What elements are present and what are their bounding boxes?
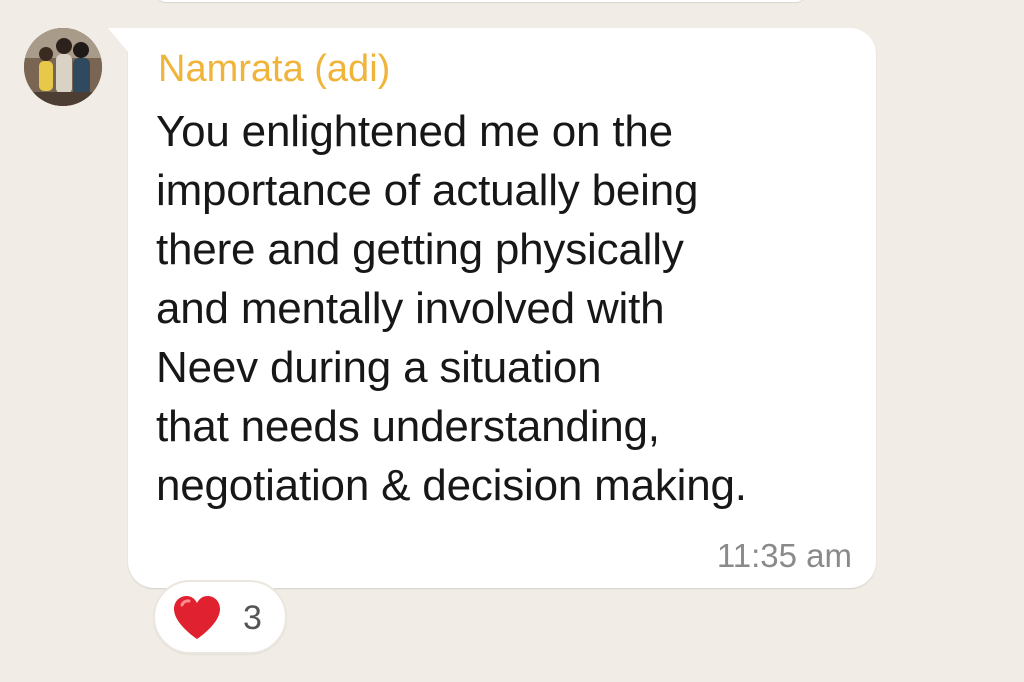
heart-icon	[174, 596, 220, 639]
bubble-tail	[108, 28, 128, 52]
message-line: Neev during a situation	[156, 343, 602, 392]
message-line: and mentally involved with	[156, 284, 665, 333]
message-line: that needs understanding,	[156, 402, 660, 451]
reaction-pill[interactable]: 3	[153, 580, 287, 654]
sender-avatar[interactable]	[24, 28, 102, 106]
message-line: negotiation & decision making.	[156, 461, 747, 510]
message-line: You enlightened me on the	[156, 107, 673, 156]
message-timestamp: 11:35 am	[716, 537, 852, 574]
reaction-count: 3	[243, 599, 262, 637]
message-line: there and getting physically	[156, 225, 684, 274]
sender-name[interactable]: Namrata (adi)	[158, 46, 390, 92]
message-bubble[interactable]: Namrata (adi) You enlightened me on the …	[108, 28, 876, 588]
message-text: You enlightened me on the importance of …	[156, 102, 856, 515]
previous-message-bubble	[156, 0, 806, 2]
message-line: importance of actually being	[156, 166, 699, 215]
